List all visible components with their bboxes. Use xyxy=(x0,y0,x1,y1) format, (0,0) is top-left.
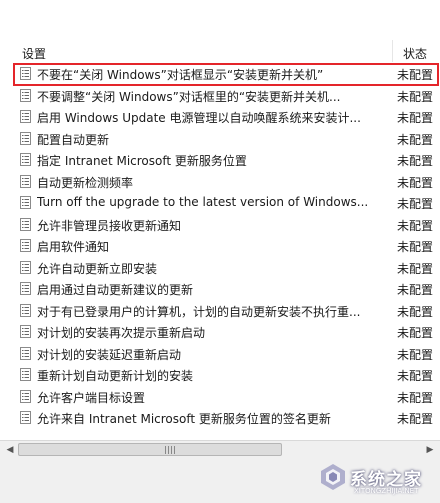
policy-status: 未配置 xyxy=(397,283,434,297)
column-header-status[interactable]: 状态 xyxy=(403,45,427,62)
policy-setting-icon xyxy=(20,217,31,231)
policy-name: 配置自动更新 xyxy=(37,132,110,147)
policy-status: 未配置 xyxy=(397,132,434,147)
policy-setting-icon xyxy=(20,282,31,295)
policy-name: 对计划的安装再次提示重新启动 xyxy=(37,326,206,340)
policy-name: 对于有已登录用户的计算机，计划的自动更新安装不执行重... xyxy=(37,304,361,319)
policy-name: 自动更新检测频率 xyxy=(37,175,134,190)
column-header-setting[interactable]: 设置 xyxy=(22,45,46,62)
policy-status: 未配置 xyxy=(397,326,434,340)
table-row[interactable]: 重新计划自动更新计划的安装 未配置 xyxy=(0,364,440,386)
policy-setting-icon xyxy=(20,368,31,381)
watermark-logo-icon xyxy=(321,464,345,490)
policy-name: 对计划的安装延迟重新启动 xyxy=(37,347,182,362)
table-row[interactable]: 允许非管理员接收更新通知 未配置 xyxy=(0,214,440,236)
table-row[interactable]: 允许来自 Intranet Microsoft 更新服务位置的签名更新 未配置 xyxy=(0,407,440,429)
selected-row-highlight xyxy=(13,63,439,86)
table-row[interactable]: 指定 Intranet Microsoft 更新服务位置 未配置 xyxy=(0,149,440,171)
policy-setting-icon xyxy=(20,153,31,166)
table-row[interactable]: 对计划的安装延迟重新启动 未配置 xyxy=(0,343,440,365)
table-row[interactable]: 自动更新检测频率 未配置 xyxy=(0,171,440,193)
policy-status: 未配置 xyxy=(397,111,434,125)
table-row[interactable]: 对于有已登录用户的计算机，计划的自动更新安装不执行重... 未配置 xyxy=(0,300,440,322)
policy-status: 未配置 xyxy=(397,154,434,168)
scroll-left-arrow-icon[interactable]: ◀ xyxy=(5,444,15,456)
policy-setting-icon xyxy=(20,325,31,338)
policy-setting-icon xyxy=(20,88,31,102)
policy-name: 允许自动更新立即安装 xyxy=(37,261,158,276)
policy-setting-icon xyxy=(20,303,31,317)
policy-status: 未配置 xyxy=(397,304,434,319)
policy-status: 未配置 xyxy=(397,347,434,362)
policy-name: Turn off the upgrade to the latest versi… xyxy=(37,195,369,209)
policy-status: 未配置 xyxy=(397,412,434,426)
policy-status: 未配置 xyxy=(397,240,434,254)
scroll-right-arrow-icon[interactable]: ▶ xyxy=(425,444,435,456)
policy-setting-icon xyxy=(20,411,31,424)
policy-status: 未配置 xyxy=(397,89,434,104)
policy-name: 允许来自 Intranet Microsoft 更新服务位置的签名更新 xyxy=(37,412,331,426)
policy-status: 未配置 xyxy=(397,369,434,383)
policy-status: 未配置 xyxy=(397,261,434,276)
policy-name: 不要调整“关闭 Windows”对话框里的“安装更新并关机... xyxy=(37,89,341,104)
policy-status: 未配置 xyxy=(397,390,434,405)
policy-list: 不要在“关闭 Windows”对话框显示“安装更新并关机” 未配置 不要调整“关闭 … xyxy=(0,63,440,429)
table-row[interactable]: 允许自动更新立即安装 未配置 xyxy=(0,257,440,279)
table-row[interactable]: 允许客户端目标设置 未配置 xyxy=(0,386,440,408)
table-row[interactable]: 配置自动更新 未配置 xyxy=(0,128,440,150)
policy-setting-icon xyxy=(20,239,31,252)
policy-name: 启用软件通知 xyxy=(37,240,110,254)
policy-name: 允许客户端目标设置 xyxy=(37,390,146,405)
policy-setting-icon xyxy=(20,110,31,123)
policy-setting-icon xyxy=(20,196,31,209)
table-row[interactable]: Turn off the upgrade to the latest versi… xyxy=(0,192,440,214)
policy-name: 启用通过自动更新建议的更新 xyxy=(37,283,194,297)
scrollbar-grip-icon xyxy=(165,446,175,454)
table-row[interactable]: 启用软件通知 未配置 xyxy=(0,235,440,257)
policy-setting-icon xyxy=(20,131,31,145)
policy-setting-icon xyxy=(20,260,31,274)
horizontal-scrollbar[interactable]: ◀ ▶ xyxy=(0,440,440,459)
table-row[interactable]: 启用通过自动更新建议的更新 未配置 xyxy=(0,278,440,300)
policy-name: 重新计划自动更新计划的安装 xyxy=(37,369,194,383)
toolbar-area xyxy=(0,0,440,40)
watermark: 系统之家 XITONGZHIJIA.NET xyxy=(318,462,436,500)
policy-setting-icon xyxy=(20,389,31,403)
watermark-subtext: XITONGZHIJIA.NET xyxy=(354,487,419,495)
table-row[interactable]: 不要调整“关闭 Windows”对话框里的“安装更新并关机... 未配置 xyxy=(0,85,440,107)
table-row[interactable]: 对计划的安装再次提示重新启动 未配置 xyxy=(0,321,440,343)
scrollbar-thumb[interactable] xyxy=(18,443,282,456)
policy-status: 未配置 xyxy=(397,197,434,211)
policy-name: 允许非管理员接收更新通知 xyxy=(37,218,182,233)
policy-setting-icon xyxy=(20,174,31,188)
policy-status: 未配置 xyxy=(397,175,434,190)
policy-status: 未配置 xyxy=(397,218,434,233)
list-header: 设置 状态 xyxy=(0,40,440,62)
policy-name: 启用 Windows Update 电源管理以自动唤醒系统来安装计... xyxy=(37,111,361,125)
policy-setting-icon xyxy=(20,346,31,360)
policy-name: 指定 Intranet Microsoft 更新服务位置 xyxy=(37,154,247,168)
table-row[interactable]: 启用 Windows Update 电源管理以自动唤醒系统来安装计... 未配置 xyxy=(0,106,440,128)
column-divider[interactable] xyxy=(392,40,393,62)
